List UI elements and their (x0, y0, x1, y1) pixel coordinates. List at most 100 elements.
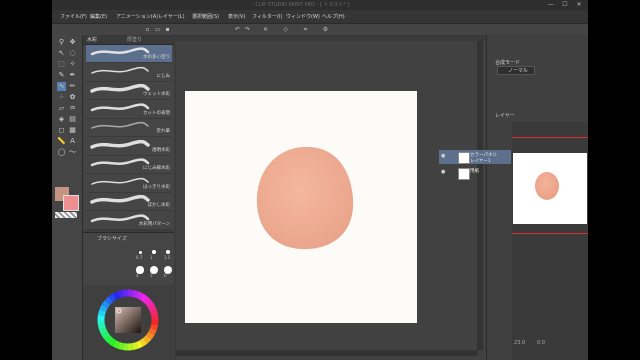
tab-thick-paint[interactable]: 厚塗り (127, 36, 142, 43)
pencil-icon[interactable]: ✏ (68, 82, 77, 91)
undo-icon[interactable]: ↶ (234, 26, 241, 33)
clip-studio-window: - CLIP STUDIO PAINT PRO - [ イラスト* ] — ☐ … (52, 0, 588, 360)
selection-icon[interactable]: ⬚ (57, 60, 66, 69)
layer-name: カラーパネル レイヤー1 (470, 153, 497, 164)
brush-item[interactable]: にじみ縁水彩 (86, 156, 172, 174)
brush-item[interactable]: 透明水彩 (86, 138, 172, 156)
document-tab[interactable] (176, 35, 486, 41)
open-file-icon[interactable]: ▭ (154, 26, 161, 33)
eye-icon[interactable]: ● (441, 154, 446, 159)
brush-size-label: 4 (136, 273, 139, 278)
brush-icon[interactable]: ∿ (57, 82, 66, 91)
minimize-button[interactable]: — (544, 0, 558, 9)
move-icon[interactable]: ✥ (68, 38, 77, 47)
brush-label: にじみ (156, 73, 171, 79)
brush-label: 荒れ筆 (156, 129, 171, 134)
layer-thumbnail (458, 152, 470, 164)
maximize-button[interactable]: ☐ (558, 0, 572, 9)
decoration-icon[interactable]: ✿ (68, 93, 77, 102)
airbrush-icon[interactable]: ⁘ (57, 93, 66, 102)
brush-stroke-preview (90, 195, 150, 204)
tab-watercolor[interactable]: 水彩 (87, 36, 97, 43)
brush-stroke-preview (91, 121, 149, 129)
tool-palette: ⚲ ✥ ↖ ◌ ⬚ ✧ ✎ ✒ ∿ ✏ ⁘ ✿ ▱ ♒ ◈ ▤ ◻ ▦ 📏 A … (52, 35, 83, 360)
brush-label: ウェット水彩 (143, 92, 170, 97)
menu-window[interactable]: ウィンドウ(W) (286, 13, 320, 20)
menu-file[interactable]: ファイル(F) (60, 13, 87, 20)
correct-line-icon[interactable]: 〜 (68, 148, 77, 157)
close-button[interactable]: ✕ (572, 0, 586, 9)
brush-item[interactable]: ぼかし水彩 (86, 193, 172, 211)
snap-icon[interactable]: ⌗ (302, 26, 309, 33)
layer-tab[interactable]: レイヤー (495, 112, 515, 119)
color-wheel[interactable] (97, 289, 159, 351)
brush-item[interactable]: 水の多い塗り (86, 45, 172, 63)
window-title: - CLIP STUDIO PAINT PRO - [ イラスト* ] (252, 2, 350, 8)
navigator-preview[interactable] (513, 153, 587, 224)
gradient-icon[interactable]: ▤ (68, 115, 77, 124)
brush-item[interactable]: ウェット水彩 (86, 82, 172, 100)
menu-filter[interactable]: フィルター(I) (252, 13, 282, 20)
ruler-icon[interactable]: 📏 (57, 137, 66, 146)
clear-icon[interactable]: ✕ (262, 26, 269, 33)
brush-size-title: ブラシサイズ (97, 236, 127, 242)
fill-icon[interactable]: ◈ (57, 115, 66, 124)
menu-help[interactable]: ヘルプ(H) (322, 13, 345, 20)
pen-icon[interactable]: ✒ (68, 71, 77, 80)
text-icon[interactable]: A (68, 137, 77, 146)
menu-selection[interactable]: 選択範囲(S) (192, 13, 219, 20)
settings-icon[interactable]: ⚙ (322, 26, 329, 33)
brush-size-label: 0.7 (136, 255, 143, 260)
brush-size-dot[interactable] (152, 250, 156, 254)
menu-bar: ファイル(F) 編集(E) アニメーション(A) レイヤー(L) 選択範囲(S)… (52, 10, 588, 24)
brush-item[interactable]: にじみ (86, 64, 172, 82)
zoom-readout[interactable]: 23.0 (514, 340, 525, 346)
eraser-icon[interactable]: ▱ (57, 104, 66, 113)
menu-animation[interactable]: アニメーション(A) (116, 13, 158, 20)
layer-thumbnail (458, 168, 470, 180)
color-wheel-panel (83, 285, 174, 360)
brush-label: 水の多い塗り (143, 55, 170, 60)
figure-icon[interactable]: ◻ (57, 126, 66, 135)
brush-size-label: 6 (164, 273, 167, 278)
frame-icon[interactable]: ▦ (68, 126, 77, 135)
eyedropper-icon[interactable]: ✎ (57, 71, 66, 80)
operation-icon[interactable]: ↖ (57, 49, 66, 58)
brush-stroke-preview (90, 84, 150, 93)
transform-icon[interactable]: ◇ (282, 26, 289, 33)
brush-item[interactable]: カットの表現 (86, 101, 172, 119)
brush-size-dot[interactable] (138, 250, 142, 254)
balloon-icon[interactable]: ◯ (57, 148, 66, 157)
angle-readout[interactable]: 0.0 (537, 340, 545, 346)
transparent-color-swatch[interactable] (55, 212, 77, 218)
brush-item[interactable]: 荒れ筆 (86, 119, 172, 137)
blend-mode-label: 合成モード (495, 60, 521, 66)
redo-icon[interactable]: ↷ (244, 26, 251, 33)
brush-size-label: 1 (150, 255, 153, 260)
painted-blob (256, 146, 354, 250)
brush-stroke-preview (91, 66, 149, 74)
blend-icon[interactable]: ♒ (68, 104, 77, 113)
navigator-guide-bottom (512, 233, 588, 234)
brush-stroke-preview (90, 102, 150, 111)
menu-edit[interactable]: 編集(E) (90, 13, 107, 20)
vertical-scrollbar[interactable] (477, 41, 483, 350)
sub-color-swatch[interactable] (63, 195, 79, 211)
menu-layer[interactable]: レイヤー(L) (158, 13, 185, 20)
navigator-guide-top (512, 137, 588, 138)
zoom-icon[interactable]: ⚲ (57, 38, 66, 47)
save-icon[interactable]: ▪ (164, 26, 171, 33)
brush-item[interactable]: はっきり水彩 (86, 175, 172, 193)
wand-icon[interactable]: ✧ (68, 60, 77, 69)
menu-view[interactable]: 表示(V) (228, 13, 245, 20)
brush-label: 水彩用パターン (138, 221, 170, 227)
paper[interactable] (185, 91, 417, 323)
layer-name: 用紙 (470, 169, 479, 174)
blend-mode-select[interactable]: ノーマル (497, 66, 535, 75)
new-file-icon[interactable]: ▫ (144, 26, 151, 33)
eye-icon[interactable]: ● (441, 170, 446, 175)
lasso-icon[interactable]: ◌ (68, 49, 77, 58)
brush-label: ぼかし水彩 (147, 203, 171, 208)
brush-item[interactable]: 水彩用パターン (86, 212, 172, 230)
horizontal-scrollbar[interactable] (176, 350, 478, 356)
